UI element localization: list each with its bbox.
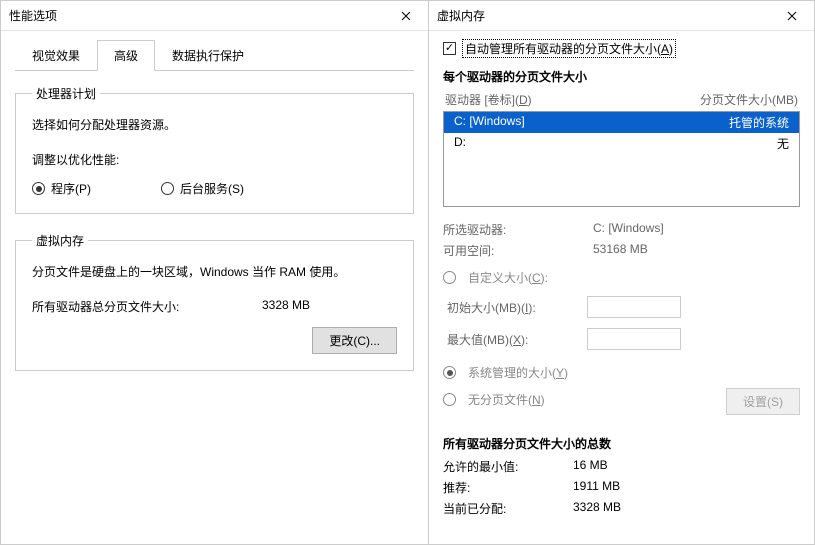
auto-manage-label: 自动管理所有驱动器的分页文件大小(A) (462, 39, 676, 58)
radio-icon (161, 182, 174, 195)
close-icon (787, 11, 797, 21)
max-size-input (587, 328, 681, 350)
performance-options-dialog: 性能选项 视觉效果 高级 数据执行保护 处理器计划 选择如何分配处理器资源。 调… (0, 0, 428, 545)
vm-total-label: 所有驱动器总分页文件大小: (32, 298, 262, 315)
current-alloc-value: 3328 MB (573, 500, 621, 517)
vm-total-line: 所有驱动器总分页文件大小: 3328 MB (32, 298, 397, 315)
drive-row-d[interactable]: D: 无 (444, 133, 799, 154)
dialog-title-left: 性能选项 (9, 7, 57, 24)
max-size-line: 最大值(MB)(X): (447, 328, 800, 350)
recommended-value: 1911 MB (573, 479, 620, 496)
titlebar-right: 虚拟内存 (429, 1, 814, 31)
selected-drive-label: 所选驱动器: (443, 221, 593, 238)
checkbox-icon: ✓ (443, 42, 456, 55)
radio-system-managed: 系统管理的大小(Y) (443, 364, 800, 381)
radio-custom-size: 自定义大小(C): (443, 269, 800, 286)
tab-dep[interactable]: 数据执行保护 (155, 40, 261, 71)
tab-advanced[interactable]: 高级 (97, 40, 155, 71)
free-space-line: 可用空间: 53168 MB (443, 242, 800, 259)
no-paging-label: 无分页文件(N) (468, 391, 545, 408)
drive-row-c[interactable]: C: [Windows] 托管的系统 (444, 112, 799, 133)
processor-scheduling-group: 处理器计划 选择如何分配处理器资源。 调整以优化性能: 程序(P) 后台服务(S… (15, 85, 414, 214)
selected-drive-line: 所选驱动器: C: [Windows] (443, 221, 800, 238)
totals-heading: 所有驱动器分页文件大小的总数 (443, 435, 800, 452)
titlebar-left: 性能选项 (1, 1, 428, 31)
auto-manage-checkbox[interactable]: ✓ 自动管理所有驱动器的分页文件大小(A) (443, 39, 800, 58)
radio-icon (32, 182, 45, 195)
min-allowed-label: 允许的最小值: (443, 458, 573, 475)
system-managed-label: 系统管理的大小(Y) (468, 364, 568, 381)
close-button-right[interactable] (769, 1, 814, 31)
tab-visual-effects[interactable]: 视觉效果 (15, 40, 97, 71)
initial-size-label: 初始大小(MB)(I): (447, 299, 587, 316)
close-button-left[interactable] (383, 1, 428, 31)
close-icon (401, 11, 411, 21)
vm-total-value: 3328 MB (262, 298, 310, 315)
drive-list[interactable]: C: [Windows] 托管的系统 D: 无 (443, 111, 800, 207)
dialog-body-left: 视觉效果 高级 数据执行保护 处理器计划 选择如何分配处理器资源。 调整以优化性… (1, 31, 428, 544)
virtual-memory-dialog: 虚拟内存 ✓ 自动管理所有驱动器的分页文件大小(A) 每个驱动器的分页文件大小 … (428, 0, 815, 545)
recommended-label: 推荐: (443, 479, 573, 496)
current-alloc-line: 当前已分配: 3328 MB (443, 500, 800, 517)
drive-size: 托管的系统 (729, 114, 789, 131)
free-space-value: 53168 MB (593, 242, 648, 259)
tabstrip: 视觉效果 高级 数据执行保护 (15, 39, 414, 71)
dialog-body-right: ✓ 自动管理所有驱动器的分页文件大小(A) 每个驱动器的分页文件大小 驱动器 [… (429, 31, 814, 544)
totals-block: 允许的最小值: 16 MB 推荐: 1911 MB 当前已分配: 3328 MB (443, 458, 800, 517)
current-alloc-label: 当前已分配: (443, 500, 573, 517)
set-button: 设置(S) (726, 388, 800, 415)
header-size: 分页文件大小(MB) (700, 91, 798, 108)
virtual-memory-group: 虚拟内存 分页文件是硬盘上的一块区域，Windows 当作 RAM 使用。 所有… (15, 232, 414, 371)
drive-name: C: [Windows] (454, 114, 525, 131)
free-space-label: 可用空间: (443, 242, 593, 259)
radio-programs[interactable]: 程序(P) (32, 180, 91, 197)
processor-desc: 选择如何分配处理器资源。 (32, 116, 397, 133)
selected-drive-value: C: [Windows] (593, 221, 664, 238)
vm-legend: 虚拟内存 (32, 232, 88, 249)
min-allowed-value: 16 MB (573, 458, 608, 475)
dialog-title-right: 虚拟内存 (437, 7, 485, 24)
radio-programs-label: 程序(P) (51, 180, 91, 197)
drive-list-header: 驱动器 [卷标](D) 分页文件大小(MB) (443, 91, 800, 111)
adjust-label: 调整以优化性能: (32, 151, 397, 168)
per-drive-heading: 每个驱动器的分页文件大小 (443, 68, 800, 85)
drive-name: D: (454, 135, 466, 152)
drive-size: 无 (777, 135, 789, 152)
processor-radio-group: 程序(P) 后台服务(S) (32, 180, 397, 197)
change-button[interactable]: 更改(C)... (312, 327, 397, 354)
radio-icon (443, 271, 456, 284)
header-drive: 驱动器 [卷标](D) (445, 91, 532, 108)
custom-size-label: 自定义大小(C): (468, 269, 548, 286)
processor-legend: 处理器计划 (32, 85, 100, 102)
initial-size-line: 初始大小(MB)(I): (447, 296, 800, 318)
radio-icon (443, 393, 456, 406)
vm-change-row: 更改(C)... (32, 327, 397, 354)
max-size-label: 最大值(MB)(X): (447, 331, 587, 348)
radio-background-services[interactable]: 后台服务(S) (161, 180, 244, 197)
initial-size-input (587, 296, 681, 318)
radio-services-label: 后台服务(S) (180, 180, 244, 197)
radio-icon (443, 366, 456, 379)
min-allowed-line: 允许的最小值: 16 MB (443, 458, 800, 475)
vm-desc: 分页文件是硬盘上的一块区域，Windows 当作 RAM 使用。 (32, 263, 397, 280)
recommended-line: 推荐: 1911 MB (443, 479, 800, 496)
